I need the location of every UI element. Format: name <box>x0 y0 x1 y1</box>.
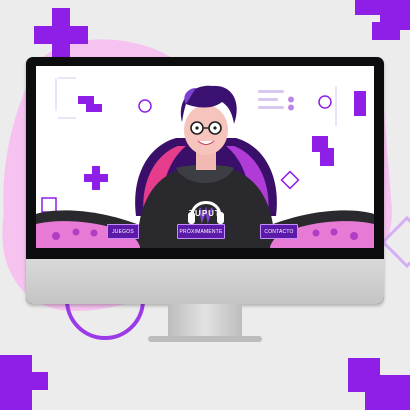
nav-button-proximamente[interactable]: PRÓXIMAMENTE <box>177 224 225 239</box>
nav-button-contacto[interactable]: CONTACTO <box>260 224 298 239</box>
monitor-chin <box>26 259 384 304</box>
square-outline-icon <box>41 197 57 213</box>
nav-button-juegos[interactable]: JUEGOS <box>107 224 139 239</box>
tetris-shape-icon <box>78 96 102 112</box>
hoodie-logo-text: TUPUT <box>189 209 221 218</box>
illustration-scene: TUPUT JUEGOS PRÓXIMAMENTE CONTACTO <box>0 0 410 410</box>
circle-outline-icon <box>138 99 152 113</box>
monitor-stand <box>168 304 242 338</box>
monitor-screen: TUPUT <box>36 66 374 248</box>
tetris-shape-right-icon <box>312 136 334 166</box>
plus-small-icon <box>84 166 108 190</box>
monitor-base <box>148 336 262 342</box>
screen-illustration <box>36 77 374 248</box>
